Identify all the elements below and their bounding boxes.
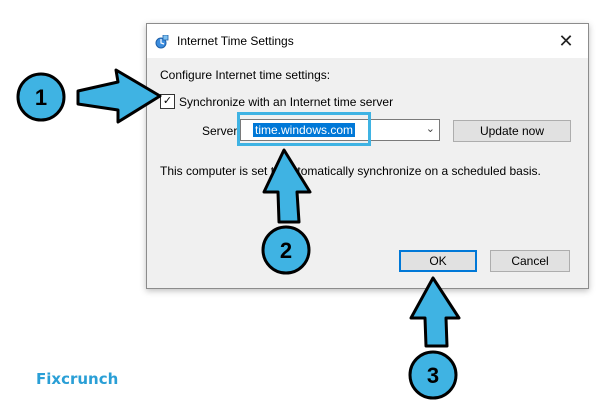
arrow-up-icon [262,148,312,224]
arrow-right-icon [76,68,162,124]
step-3-number: 3 [427,363,439,388]
step-2-badge: 2 [261,225,311,275]
annotation-overlay: 1 2 3 [16,68,461,400]
step-1-number: 1 [35,85,47,110]
step-2-number: 2 [280,238,292,263]
step-3-badge: 3 [408,350,458,400]
logo-text: Fixcrunch [36,370,119,388]
fixcrunch-logo: Fixcrunch [36,370,118,388]
arrow-up-icon [409,276,461,348]
step-1-badge: 1 [16,72,66,122]
